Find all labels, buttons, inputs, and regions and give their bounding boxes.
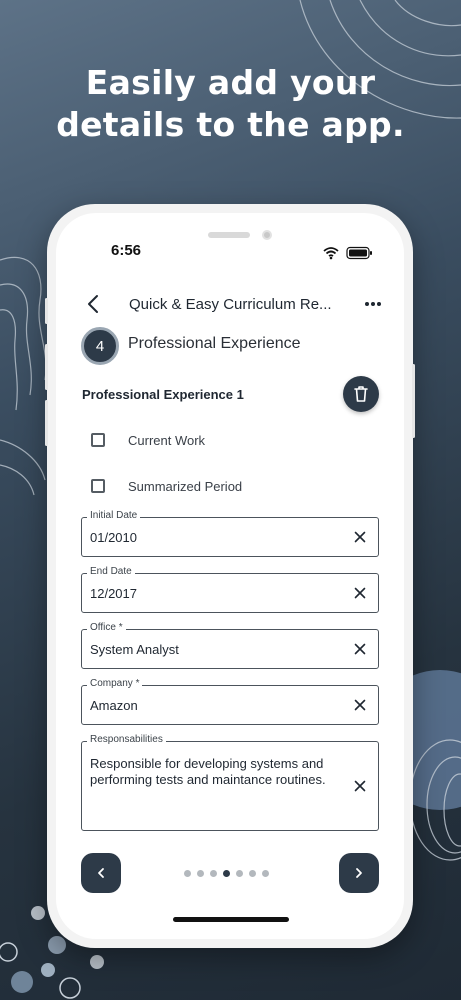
field-label: Company * xyxy=(87,678,143,689)
checkbox-label: Current Work xyxy=(128,432,206,448)
checkbox-row-current-work[interactable]: Current Work xyxy=(91,430,205,450)
headline-line-1: Easily add your xyxy=(85,63,376,102)
company-field[interactable]: Company * Amazon xyxy=(81,678,379,725)
chevron-left-icon[interactable] xyxy=(84,293,104,315)
phone-frame: 6:56 Quick & Easy Curriculum Re... 4 Pro… xyxy=(45,204,415,948)
chevron-right-icon xyxy=(356,868,362,878)
status-icons xyxy=(323,246,372,260)
clear-icon[interactable] xyxy=(354,699,366,711)
field-value[interactable]: Responsible for developing systems and p… xyxy=(90,756,340,788)
navigation-bar: Quick & Easy Curriculum Re... xyxy=(56,289,404,319)
previous-button[interactable] xyxy=(81,853,121,893)
wifi-icon xyxy=(323,247,339,260)
field-value[interactable]: 12/2017 xyxy=(90,586,137,601)
headline: Easily add your details to the app. xyxy=(0,62,461,146)
current-work-checkbox[interactable] xyxy=(91,433,105,447)
field-value[interactable]: System Analyst xyxy=(90,642,179,657)
step-title: Professional Experience xyxy=(128,335,301,352)
home-indicator xyxy=(173,917,289,922)
field-value[interactable]: 01/2010 xyxy=(90,530,137,545)
page-dot xyxy=(210,870,217,877)
page-dot xyxy=(236,870,243,877)
clear-icon[interactable] xyxy=(354,643,366,655)
summarized-period-checkbox[interactable] xyxy=(91,479,105,493)
delete-experience-button[interactable] xyxy=(343,376,379,412)
page-dot-active xyxy=(223,870,230,877)
field-label: Initial Date xyxy=(87,510,141,521)
clear-icon[interactable] xyxy=(354,587,366,599)
field-label: Responsabilities xyxy=(87,734,166,745)
app-screen: 6:56 Quick & Easy Curriculum Re... 4 Pro… xyxy=(56,213,404,939)
end-date-field[interactable]: End Date 12/2017 xyxy=(81,566,379,613)
phone-side-button xyxy=(45,400,48,446)
checkbox-row-summarized-period[interactable]: Summarized Period xyxy=(91,476,242,496)
field-label: End Date xyxy=(87,566,135,577)
step-indicator: 4 xyxy=(81,327,119,365)
page-indicator xyxy=(184,870,269,878)
page-dot xyxy=(184,870,191,877)
initial-date-field[interactable]: Initial Date 01/2010 xyxy=(81,510,379,557)
field-value[interactable]: Amazon xyxy=(90,698,138,713)
page-dot xyxy=(262,870,269,877)
office-field[interactable]: Office * System Analyst xyxy=(81,622,379,669)
nav-title: Quick & Easy Curriculum Re... xyxy=(129,296,332,313)
headline-line-2: details to the app. xyxy=(56,105,405,144)
clear-icon[interactable] xyxy=(354,780,366,792)
status-time: 6:56 xyxy=(111,242,142,259)
more-horizontal-icon[interactable] xyxy=(362,294,384,314)
speaker xyxy=(208,232,250,238)
battery-icon xyxy=(346,246,372,260)
step-number: 4 xyxy=(95,337,105,355)
chevron-left-icon xyxy=(98,868,104,878)
phone-side-button xyxy=(45,298,48,324)
section-title: Professional Experience 1 xyxy=(82,387,244,402)
field-label: Office * xyxy=(87,622,126,633)
page-dot xyxy=(249,870,256,877)
trash-icon xyxy=(354,386,368,402)
phone-power-button xyxy=(412,364,415,438)
camera xyxy=(262,230,272,240)
page-dot xyxy=(197,870,204,877)
phone-side-button xyxy=(45,344,48,390)
responsibilities-field[interactable]: Responsabilities Responsible for develop… xyxy=(81,734,379,831)
next-button[interactable] xyxy=(339,853,379,893)
clear-icon[interactable] xyxy=(354,531,366,543)
checkbox-label: Summarized Period xyxy=(128,478,243,494)
